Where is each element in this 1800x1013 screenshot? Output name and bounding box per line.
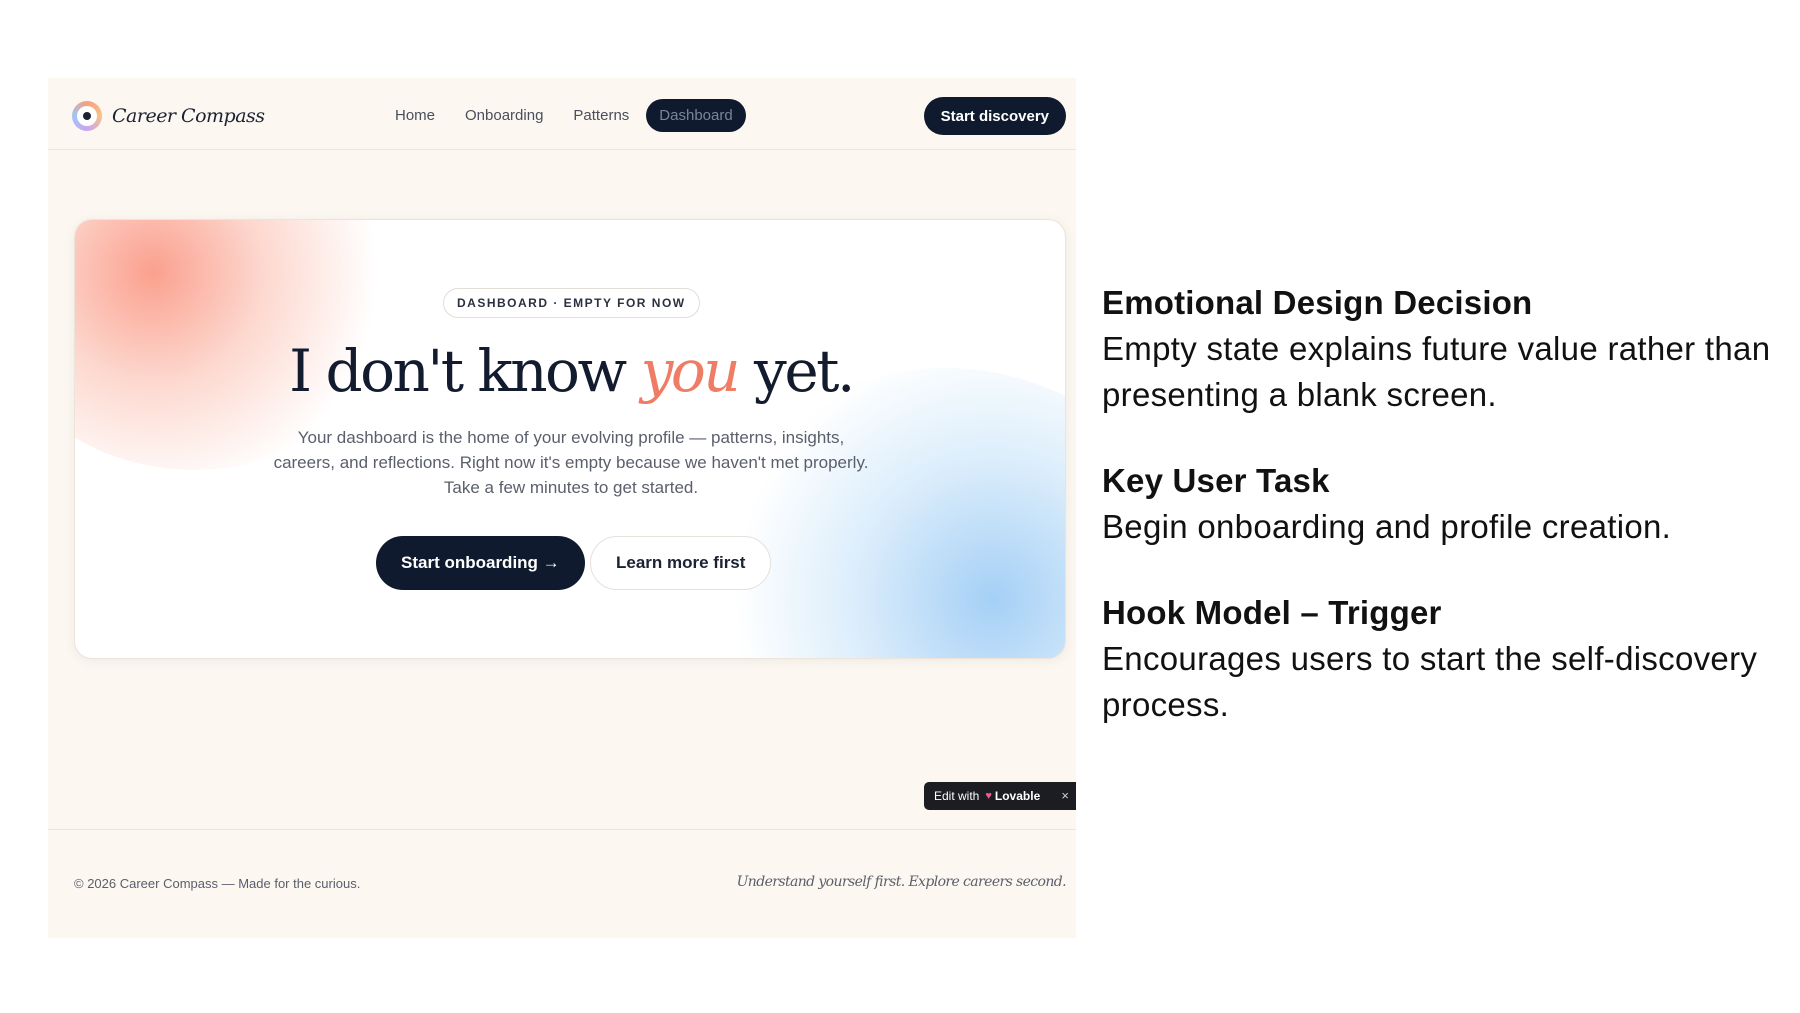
badge-brand: Lovable [994, 789, 1041, 803]
note-title: Emotional Design Decision [1102, 284, 1533, 321]
note-hook-model: Hook Model – Trigger Encourages users to… [1102, 590, 1782, 728]
brand-name: Career Compass [112, 105, 265, 127]
empty-state-description: Your dashboard is the home of your evolv… [273, 428, 869, 497]
nav-links: Home Onboarding Patterns Dashboard [382, 99, 750, 132]
learn-more-button[interactable]: Learn more first [590, 536, 772, 590]
lovable-heart-icon: ♥ [985, 790, 992, 802]
brand[interactable]: Career Compass [72, 100, 265, 132]
status-pill: DASHBOARD · EMPTY FOR NOW [443, 288, 700, 318]
headline-pre: I don't know [289, 337, 627, 405]
footer-tagline: Understand yourself first. Explore caree… [736, 874, 1067, 890]
close-icon[interactable]: × [1061, 788, 1069, 803]
app-screenshot: Career Compass Home Onboarding Patterns … [48, 78, 1076, 938]
compass-logo-icon [72, 101, 102, 131]
empty-state-card: DASHBOARD · EMPTY FOR NOW I don't know y… [74, 219, 1066, 659]
blue-gradient-blob [705, 368, 1065, 658]
note-text: Encourages users to start the self-disco… [1102, 640, 1758, 723]
note-text: Empty state explains future value rather… [1102, 330, 1771, 413]
annotation-panel: Emotional Design Decision Empty state ex… [1102, 280, 1782, 768]
note-key-user-task: Key User Task Begin onboarding and profi… [1102, 458, 1782, 550]
nav-link-onboarding[interactable]: Onboarding [452, 99, 556, 132]
badge-prefix: Edit with [934, 789, 980, 803]
start-discovery-button[interactable]: Start discovery [923, 97, 1066, 135]
top-navbar: Career Compass Home Onboarding Patterns … [48, 78, 1076, 150]
footer-copyright: © 2026 Career Compass — Made for the cur… [74, 876, 361, 891]
note-title: Hook Model – Trigger [1102, 594, 1442, 631]
nav-link-patterns[interactable]: Patterns [560, 99, 642, 132]
headline-post: yet. [754, 337, 855, 405]
nav-link-home[interactable]: Home [382, 99, 448, 132]
footer-divider [48, 829, 1076, 830]
nav-link-dashboard[interactable]: Dashboard [646, 99, 746, 132]
note-title: Key User Task [1102, 462, 1330, 499]
note-emotional-design: Emotional Design Decision Empty state ex… [1102, 280, 1782, 418]
start-onboarding-button[interactable]: Start onboarding → [376, 536, 585, 590]
page-title: I don't know you yet. [75, 336, 1065, 406]
headline-accent: you [640, 337, 741, 405]
edit-with-lovable-badge[interactable]: Edit with ♥ Lovable × [924, 782, 1076, 810]
note-text: Begin onboarding and profile creation. [1102, 508, 1672, 545]
